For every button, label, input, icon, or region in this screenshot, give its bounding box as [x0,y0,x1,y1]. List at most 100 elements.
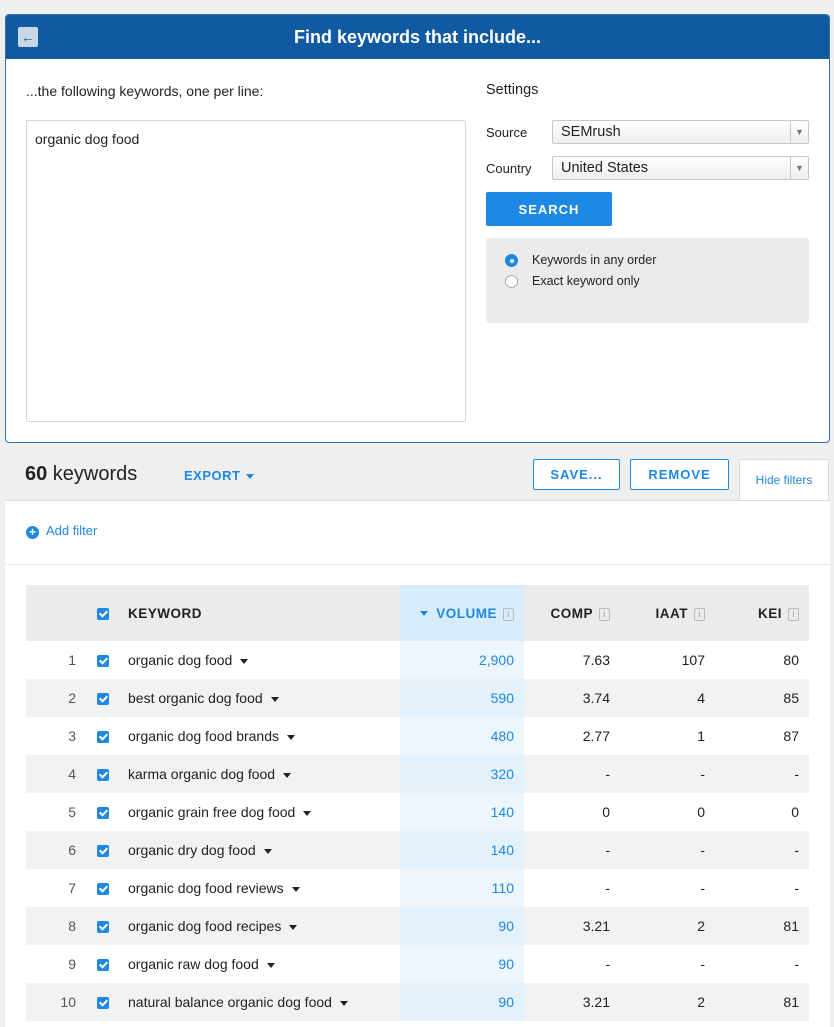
hide-filters-tab[interactable]: Hide filters [739,459,829,501]
row-checkbox[interactable] [82,983,124,1021]
keywords-table: KEYWORD VOLUME i COMP i IAAT i KEI i 1 organ… [26,585,809,1021]
checkbox-checked-icon[interactable] [97,883,109,896]
header-keyword[interactable]: KEYWORD [124,585,400,641]
row-checkbox[interactable] [82,869,124,907]
checkbox-checked-icon[interactable] [97,731,109,744]
checkbox-checked-icon[interactable] [97,693,109,706]
row-iaat: - [700,956,705,972]
divider [5,564,830,565]
row-iaat: - [620,831,715,869]
country-label: Country [486,161,532,176]
header-kei[interactable]: KEI i [715,585,809,641]
row-keyword[interactable]: organic dry dog food [124,831,400,869]
radio-selected-icon[interactable] [505,254,518,267]
row-checkbox[interactable] [82,907,124,945]
row-keyword-text: organic dry dog food [128,842,256,858]
table-row: 4 karma organic dog food 320 - - - [26,755,809,793]
info-icon[interactable]: i [599,607,610,621]
row-kei: 81 [715,983,809,1021]
row-index: 7 [68,880,76,896]
row-kei: 87 [783,728,799,744]
radio-any-order-label: Keywords in any order [532,253,657,267]
row-keyword[interactable]: organic grain free dog food [124,793,400,831]
row-comp: 2.77 [582,728,610,744]
row-index: 8 [26,907,82,945]
row-keyword[interactable]: organic dog food reviews [124,869,400,907]
panel-title: Find keywords that include... [293,27,542,47]
chevron-down-icon[interactable] [289,924,298,930]
row-keyword[interactable]: best organic dog food [124,679,400,717]
table-row: 10 natural balance organic dog food 90 3… [26,983,809,1021]
checkbox-checked-icon[interactable] [97,997,109,1010]
source-select[interactable]: SEMrush ▼ [552,120,809,144]
chevron-down-icon[interactable] [287,734,295,740]
checkbox-checked-icon[interactable] [97,807,109,820]
info-icon[interactable]: i [694,607,705,621]
row-volume: 140 [400,793,524,831]
source-value: SEMrush [561,124,621,140]
country-value: United States [561,160,649,176]
row-checkbox[interactable] [82,755,124,793]
row-iaat: 2 [620,983,715,1021]
info-icon[interactable]: i [503,607,514,621]
save-button[interactable]: SAVE... [533,459,620,490]
row-keyword[interactable]: organic raw dog food [124,945,400,983]
chevron-down-icon[interactable] [240,658,249,664]
checkbox-checked-icon[interactable] [97,655,109,668]
row-volume: 590 [400,679,524,717]
row-keyword[interactable]: organic dog food recipes [124,907,400,945]
row-index: 1 [68,652,76,668]
radio-unselected-icon[interactable] [505,275,518,288]
row-comp: 3.21 [524,907,620,945]
header-select-all[interactable] [82,585,124,641]
country-select[interactable]: United States ▼ [552,156,809,180]
chevron-down-icon[interactable] [263,848,272,854]
row-checkbox[interactable] [82,831,124,869]
row-volume: 2,900 [400,641,524,679]
chevron-down-icon[interactable] [270,696,279,702]
checkbox-checked-icon[interactable] [97,845,109,858]
add-filter-link[interactable]: + Add filter [26,523,97,539]
checkbox-checked-icon[interactable] [97,959,109,972]
row-checkbox[interactable] [82,945,124,983]
header-volume[interactable]: VOLUME i [400,585,524,641]
row-volume: 480 [400,717,524,755]
row-keyword[interactable]: karma organic dog food [124,755,400,793]
chevron-down-icon[interactable] [291,886,300,892]
table-row: 8 organic dog food recipes 90 3.21 2 81 [26,907,809,945]
export-menu[interactable]: EXPORT [184,468,255,483]
table-row: 3 organic dog food brands 480 2.77 1 87 [26,717,809,755]
row-keyword[interactable]: organic dog food brands [124,717,400,755]
row-checkbox[interactable] [82,679,124,717]
row-index: 4 [26,755,82,793]
row-kei: - [794,956,799,972]
row-kei: 80 [783,652,799,668]
header-comp[interactable]: COMP i [524,585,620,641]
row-checkbox[interactable] [82,641,124,679]
row-volume: 90 [400,945,524,983]
row-kei: 85 [715,679,809,717]
checkbox-checked-icon[interactable] [97,921,109,934]
chevron-down-icon[interactable] [303,810,312,816]
search-button[interactable]: SEARCH [486,192,612,226]
row-keyword[interactable]: organic dog food [124,641,400,679]
checkbox-checked-icon[interactable] [97,769,109,782]
row-kei: 0 [791,804,799,820]
remove-button[interactable]: REMOVE [630,459,729,490]
row-volume: 110 [400,869,524,907]
row-comp: - [524,831,620,869]
chevron-down-icon[interactable] [283,772,292,778]
panel-header: ← Find keywords that include... [6,15,829,59]
row-checkbox[interactable] [82,717,124,755]
chevron-down-icon[interactable] [266,962,275,968]
header-comp-label: COMP [550,605,593,621]
header-kei-label: KEI [757,605,782,621]
info-icon[interactable]: i [788,607,799,621]
row-checkbox[interactable] [82,793,124,831]
keywords-textarea[interactable]: organic dog food [26,120,466,422]
checkbox-checked-icon[interactable] [97,607,109,620]
header-iaat[interactable]: IAAT i [620,585,715,641]
row-keyword[interactable]: natural balance organic dog food [124,983,400,1021]
row-volume: 320 [400,755,524,793]
chevron-down-icon[interactable] [339,1000,348,1006]
